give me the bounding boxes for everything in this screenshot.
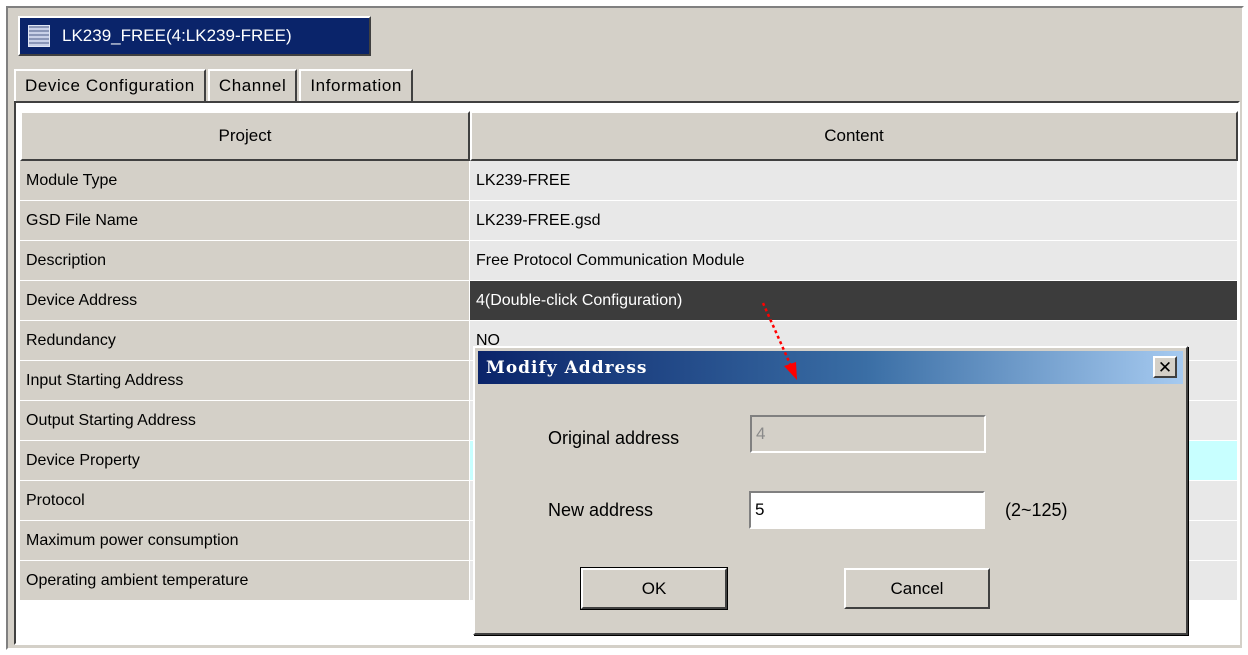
row-label: Operating ambient temperature — [20, 561, 470, 601]
original-address-label: Original address — [548, 428, 680, 448]
ok-button[interactable]: OK — [580, 567, 728, 610]
row-label: Output Starting Address — [20, 401, 470, 441]
grid-header: Project Content — [20, 111, 1238, 161]
document-tab[interactable]: LK239_FREE(4:LK239-FREE) — [18, 16, 371, 56]
dialog-titlebar[interactable]: Modify Address ✕ — [478, 351, 1183, 384]
close-button[interactable]: ✕ — [1153, 356, 1177, 378]
row-label: Device Address — [20, 281, 470, 321]
tab-bar: Device Configuration Channel Information — [14, 69, 415, 101]
row-label: Redundancy — [20, 321, 470, 361]
row-label: Maximum power consumption — [20, 521, 470, 561]
new-address-input[interactable] — [749, 491, 985, 529]
row-label: Input Starting Address — [20, 361, 470, 401]
dialog-title: Modify Address — [486, 357, 648, 378]
row-value[interactable]: LK239-FREE.gsd — [470, 201, 1238, 241]
address-range-hint: (2~125) — [1005, 500, 1068, 520]
row-label: Module Type — [20, 161, 470, 201]
module-icon — [28, 25, 50, 47]
original-address-field — [750, 415, 986, 453]
tab-device-configuration[interactable]: Device Configuration — [14, 69, 206, 101]
table-row[interactable]: Device Address 4(Double-click Configurat… — [20, 281, 1238, 321]
device-address-value[interactable]: 4(Double-click Configuration) — [470, 281, 1238, 321]
column-header-project[interactable]: Project — [20, 111, 470, 161]
row-label: GSD File Name — [20, 201, 470, 241]
row-label: Description — [20, 241, 470, 281]
row-label: Device Property — [20, 441, 470, 481]
row-value[interactable]: Free Protocol Communication Module — [470, 241, 1238, 281]
cancel-button[interactable]: Cancel — [844, 568, 990, 609]
modify-address-dialog: Modify Address ✕ Original address New ad… — [473, 346, 1188, 635]
new-address-label: New address — [548, 500, 654, 520]
table-row[interactable]: Description Free Protocol Communication … — [20, 241, 1238, 281]
table-row[interactable]: GSD File Name LK239-FREE.gsd — [20, 201, 1238, 241]
tab-information[interactable]: Information — [299, 69, 413, 101]
close-icon: ✕ — [1157, 357, 1173, 377]
table-row[interactable]: Module Type LK239-FREE — [20, 161, 1238, 201]
document-tab-title: LK239_FREE(4:LK239-FREE) — [62, 26, 292, 45]
row-value[interactable]: LK239-FREE — [470, 161, 1238, 201]
column-header-content[interactable]: Content — [470, 111, 1238, 161]
row-label: Protocol — [20, 481, 470, 521]
tab-channel[interactable]: Channel — [207, 69, 298, 101]
